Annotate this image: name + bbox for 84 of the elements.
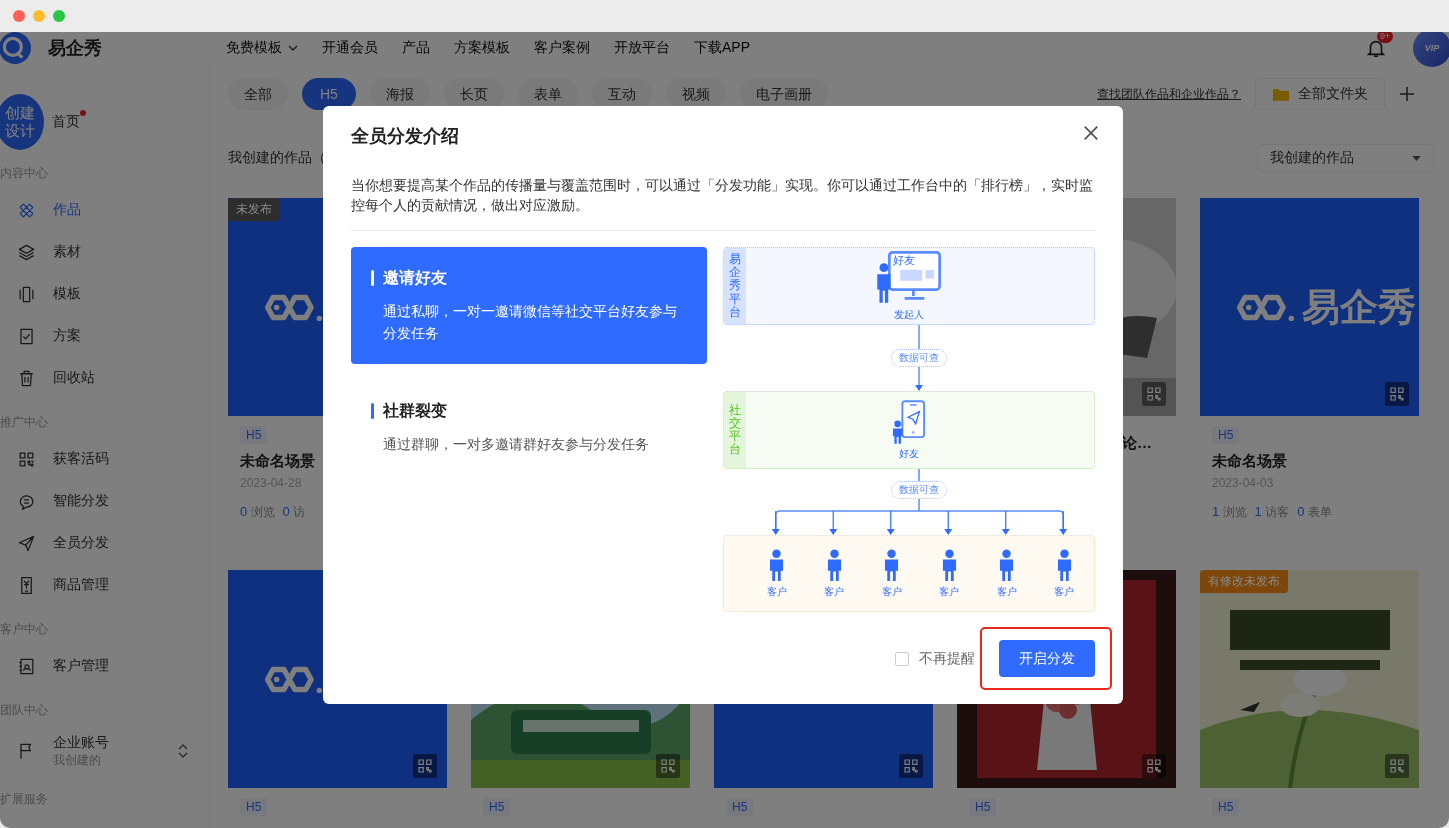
close-button[interactable] [13,10,25,22]
send-icon [17,533,36,553]
data-label: 数据可查 [891,481,947,499]
person-icon [1056,548,1072,581]
sidebar-item[interactable]: 商品管理 [0,564,209,606]
dialog-description: 当你想要提高某个作品的传播量与覆盖范围时，可以通过「分发功能」实现。你可以通过工作台中的「排行榜」，实时监控每个人的贡献情况，做出对应激励。 [351,176,1094,215]
filter-tab[interactable]: 全部 [228,78,288,110]
person-icon [826,548,842,581]
template-icon [17,284,36,304]
type-tag: H5 [240,798,268,816]
work-title: 论… [1122,434,1152,453]
nav-link[interactable]: 方案模板 [454,39,510,57]
work-title: 未命名场景 [1212,452,1287,471]
add-icon[interactable] [1399,86,1415,102]
close-icon[interactable] [1082,124,1100,142]
node-label: 客户 [939,584,960,599]
type-tag: H5 [1212,426,1240,444]
node-label: 发起人 [894,308,924,322]
start-button[interactable]: 开启分发 [999,640,1095,677]
node-label: 客户 [996,584,1017,599]
status-badge: 有修改未发布 [1200,570,1288,593]
checklist-icon [17,326,36,346]
trash-icon [17,368,36,388]
layers-icon [17,242,36,262]
checkbox[interactable] [895,651,909,666]
owner-dropdown[interactable]: 我创建的作品 [1257,144,1434,172]
folder-button[interactable]: 全部文件夹 [1255,78,1385,110]
feature-option[interactable]: 邀请好友 通过私聊，一对一邀请微信等社交平台好友参与分发任务 [351,247,707,364]
avatar[interactable]: VIP [1413,32,1449,67]
nav-link[interactable]: 产品 [402,39,430,57]
type-tag: H5 [726,798,754,816]
work-title: 未命名场景 [240,452,315,471]
sidebar-item[interactable]: 素材 [0,231,209,273]
screen-label: 好友 [892,254,915,267]
type-tag: H5 [969,798,997,816]
person-icon [941,548,957,581]
sidebar-item[interactable]: 全员分发 [0,522,209,564]
node-label: 好友 [899,446,919,461]
folder-icon [1272,86,1290,102]
person-icon [884,548,900,581]
updown-icon [178,743,188,759]
nav-link[interactable]: 开放平台 [614,39,670,57]
zone-label: 易企秀平台 [724,248,746,324]
stat-text: 0 访 [282,504,306,521]
person-icon [769,548,785,581]
node-label: 客户 [1054,584,1075,599]
type-tag: H5 [1212,798,1240,816]
sidebar-item[interactable]: 客户管理 [0,645,209,687]
team-works-link[interactable]: 查找团队作品和企业作品？ [1097,85,1241,103]
node-label: 客户 [824,584,845,599]
sidebar-item[interactable]: 模板 [0,273,209,315]
checkbox-label: 不再提醒 [919,649,975,668]
sidebar-item[interactable]: 获客活码 [0,438,209,480]
data-label: 数据可查 [891,349,947,367]
nav-link[interactable]: 客户案例 [534,39,590,57]
contact-icon [17,656,36,676]
nav-link[interactable]: 开通会员 [322,39,378,57]
nav-link[interactable]: 免费模板 [226,39,298,57]
notification-badge: 9+ [1377,32,1394,43]
dialog-title: 全员分发介绍 [351,125,459,148]
zone-label: 社交平台 [724,392,746,468]
list-title: 我创建的作品（ [228,149,326,167]
brand-name: 易企秀 [48,37,102,60]
person-icon [999,548,1015,581]
node-label: 客户 [766,584,787,599]
feature-option[interactable]: 社群裂变 通过群聊，一对多邀请群好友参与分发任务 [351,380,707,475]
sidebar-item[interactable]: 作品 [0,189,209,231]
node-label: 客户 [881,584,902,599]
sidebar-item[interactable]: 回收站 [0,357,209,399]
sidebar-item[interactable]: 智能分发 [0,480,209,522]
filter-tab[interactable]: H5 [302,78,356,110]
caret-icon [1412,155,1421,161]
type-tag: H5 [240,426,268,444]
status-badge: 未发布 [228,198,280,221]
caret-icon [288,45,298,51]
home-link[interactable]: 首页 [52,113,86,131]
type-tag: H5 [483,798,511,816]
nav-link[interactable]: 下载APP [694,39,750,57]
create-button[interactable]: 创建设计 [0,94,44,150]
stat-text: 1 访客 [1254,504,1290,521]
presenter-icon [877,250,941,303]
phone-user-icon [892,399,926,444]
sidebar-item[interactable]: 方案 [0,315,209,357]
cover-title: 易企秀 [1302,284,1416,330]
